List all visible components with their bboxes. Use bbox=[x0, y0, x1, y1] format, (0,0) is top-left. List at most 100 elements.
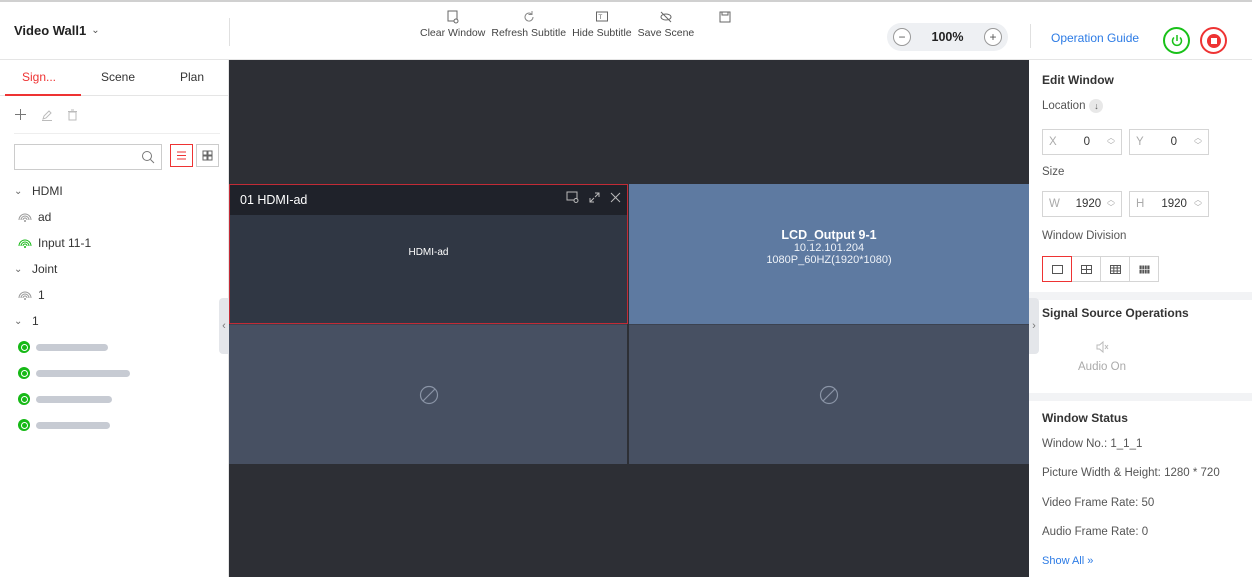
tree-actions bbox=[14, 108, 78, 121]
subtitle-toggle-icon[interactable] bbox=[566, 191, 579, 203]
no-signal-icon bbox=[819, 385, 839, 404]
no-signal-icon bbox=[419, 385, 438, 404]
x-position-field[interactable]: X 0 ︿ ﹀ bbox=[1042, 129, 1122, 155]
online-status-icon bbox=[18, 367, 30, 379]
tree-item-input-11-1[interactable]: Input 11-1 bbox=[14, 230, 224, 256]
window-number: Window No.: 1_1_1 bbox=[1042, 438, 1143, 450]
width-field[interactable]: W 1920 ︿ ﹀ bbox=[1042, 191, 1122, 217]
delete-icon[interactable] bbox=[67, 109, 78, 121]
redacted-label bbox=[36, 395, 112, 403]
save-icon bbox=[719, 11, 731, 23]
tree-group-hdmi[interactable]: ⌄ HDMI bbox=[14, 178, 224, 204]
audio-on-button[interactable]: Audio On bbox=[1067, 340, 1137, 373]
division-4-button[interactable] bbox=[1071, 256, 1101, 282]
toolbar-actions: Clear Window Refresh Subtitle T Hide Sub… bbox=[420, 10, 750, 39]
hide-icon bbox=[660, 11, 672, 23]
download-icon[interactable]: ↓ bbox=[1089, 99, 1104, 113]
quad-window-icon bbox=[1080, 264, 1092, 274]
tab-scene[interactable]: Scene bbox=[101, 70, 135, 84]
division-9-button[interactable] bbox=[1100, 256, 1130, 282]
stepper-icon[interactable]: ︿ ﹀ bbox=[1107, 134, 1115, 150]
division-1-button[interactable] bbox=[1042, 256, 1072, 282]
subtitle-icon: T bbox=[595, 11, 608, 22]
tree-item-label: Input 11-1 bbox=[38, 236, 92, 250]
show-all-link[interactable]: Show All » bbox=[1042, 555, 1093, 567]
source-tabs: Sign... Scene Plan bbox=[0, 60, 229, 96]
y-position-field[interactable]: Y 0 ︿ ﹀ bbox=[1129, 129, 1209, 155]
chevron-down-icon: ⌄ bbox=[14, 315, 23, 327]
operation-guide-link[interactable]: Operation Guide bbox=[1051, 31, 1139, 45]
redacted-label bbox=[36, 421, 110, 429]
video-frame-rate: Video Frame Rate: 50 bbox=[1042, 497, 1155, 509]
window-controls bbox=[566, 191, 621, 203]
refresh-subtitle-label: Refresh Subtitle bbox=[491, 27, 567, 39]
tree-group-label: HDMI bbox=[32, 184, 63, 198]
division-16-button[interactable] bbox=[1129, 256, 1159, 282]
tree-item-blurred[interactable] bbox=[14, 334, 224, 360]
grid-view-button[interactable] bbox=[196, 144, 219, 167]
divider bbox=[14, 133, 220, 134]
window-hdmi-ad[interactable]: 01 HDMI-ad HDMI-ad bbox=[229, 184, 628, 324]
location-label: Location ↓ bbox=[1042, 99, 1104, 113]
redacted-label bbox=[36, 343, 108, 351]
video-wall-selector[interactable]: Video Wall1 ⌄ bbox=[14, 23, 100, 38]
screen-lcd-output[interactable]: LCD_Output 9-1 10.12.101.204 1080P_60HZ(… bbox=[629, 184, 1029, 324]
power-on-button[interactable] bbox=[1163, 27, 1190, 54]
stepper-icon[interactable]: ︿ ﹀ bbox=[1194, 196, 1202, 212]
edit-icon[interactable] bbox=[41, 109, 53, 121]
collapse-left-panel-handle[interactable]: ‹ bbox=[219, 298, 229, 354]
zoom-out-button[interactable]: − bbox=[893, 28, 911, 46]
tree-item-blurred[interactable] bbox=[14, 360, 224, 386]
close-icon[interactable] bbox=[610, 192, 621, 203]
maximize-icon[interactable] bbox=[589, 192, 600, 203]
add-icon[interactable] bbox=[14, 108, 27, 121]
save-scene-button[interactable]: Save Scene bbox=[638, 10, 694, 39]
hide-subtitle-button[interactable]: T Hide Subtitle bbox=[572, 10, 632, 39]
zoom-in-button[interactable]: + bbox=[983, 28, 1002, 46]
clear-window-button[interactable]: Clear Window bbox=[420, 10, 485, 39]
collapse-right-panel-handle[interactable]: › bbox=[1029, 298, 1039, 354]
top-toolbar: Video Wall1 ⌄ Clear Window Refresh Subti… bbox=[0, 0, 1252, 60]
tree-item-ad[interactable]: ad bbox=[14, 204, 224, 230]
online-status-icon bbox=[18, 341, 30, 353]
stop-button[interactable] bbox=[1200, 27, 1227, 54]
tree-group-1[interactable]: ⌄ 1 bbox=[14, 308, 224, 334]
svg-text:T: T bbox=[597, 14, 602, 21]
stepper-icon[interactable]: ︿ ﹀ bbox=[1107, 196, 1115, 212]
stepper-icon[interactable]: ︿ ﹀ bbox=[1194, 134, 1202, 150]
video-wall-canvas[interactable]: 01 HDMI-ad HDMI-ad LCD_Output 9-1 10.12.… bbox=[229, 60, 1029, 577]
screen-empty[interactable] bbox=[629, 324, 1029, 464]
tab-signal[interactable]: Sign... bbox=[22, 70, 56, 84]
signal-icon bbox=[18, 239, 32, 248]
w-label: W bbox=[1049, 198, 1060, 210]
grid-icon bbox=[202, 150, 213, 161]
screen-resolution: 1080P_60HZ(1920*1080) bbox=[766, 254, 892, 266]
tab-plan[interactable]: Plan bbox=[180, 70, 204, 84]
tree-item-joint-1[interactable]: 1 bbox=[14, 282, 224, 308]
online-status-icon bbox=[18, 393, 30, 405]
list-view-button[interactable] bbox=[170, 144, 193, 167]
audio-on-label: Audio On bbox=[1078, 361, 1126, 373]
tree-item-blurred[interactable] bbox=[14, 386, 224, 412]
signal-ops-title: Signal Source Operations bbox=[1042, 306, 1189, 320]
save-button[interactable] bbox=[700, 10, 750, 39]
window-title: 01 HDMI-ad bbox=[240, 193, 308, 207]
search-input[interactable] bbox=[14, 144, 162, 170]
tree-item-blurred[interactable] bbox=[14, 412, 224, 438]
y-label: Y bbox=[1136, 136, 1144, 148]
zoom-control: − 100% + bbox=[887, 23, 1008, 51]
tree-group-joint[interactable]: ⌄ Joint bbox=[14, 256, 224, 282]
location-text: Location bbox=[1042, 100, 1086, 113]
refresh-subtitle-button[interactable]: Refresh Subtitle bbox=[491, 10, 566, 39]
screen-divider bbox=[627, 324, 629, 464]
tree-item-label: 1 bbox=[38, 288, 45, 302]
screen-ip: 10.12.101.204 bbox=[793, 242, 865, 254]
screen-empty[interactable] bbox=[229, 324, 628, 464]
audio-frame-rate: Audio Frame Rate: 0 bbox=[1042, 526, 1149, 538]
h-value: 1920 bbox=[1161, 198, 1187, 210]
window-header: 01 HDMI-ad bbox=[230, 185, 627, 215]
power-icon bbox=[1171, 34, 1182, 46]
refresh-icon bbox=[524, 11, 534, 22]
list-icon bbox=[177, 151, 186, 160]
height-field[interactable]: H 1920 ︿ ﹀ bbox=[1129, 191, 1209, 217]
